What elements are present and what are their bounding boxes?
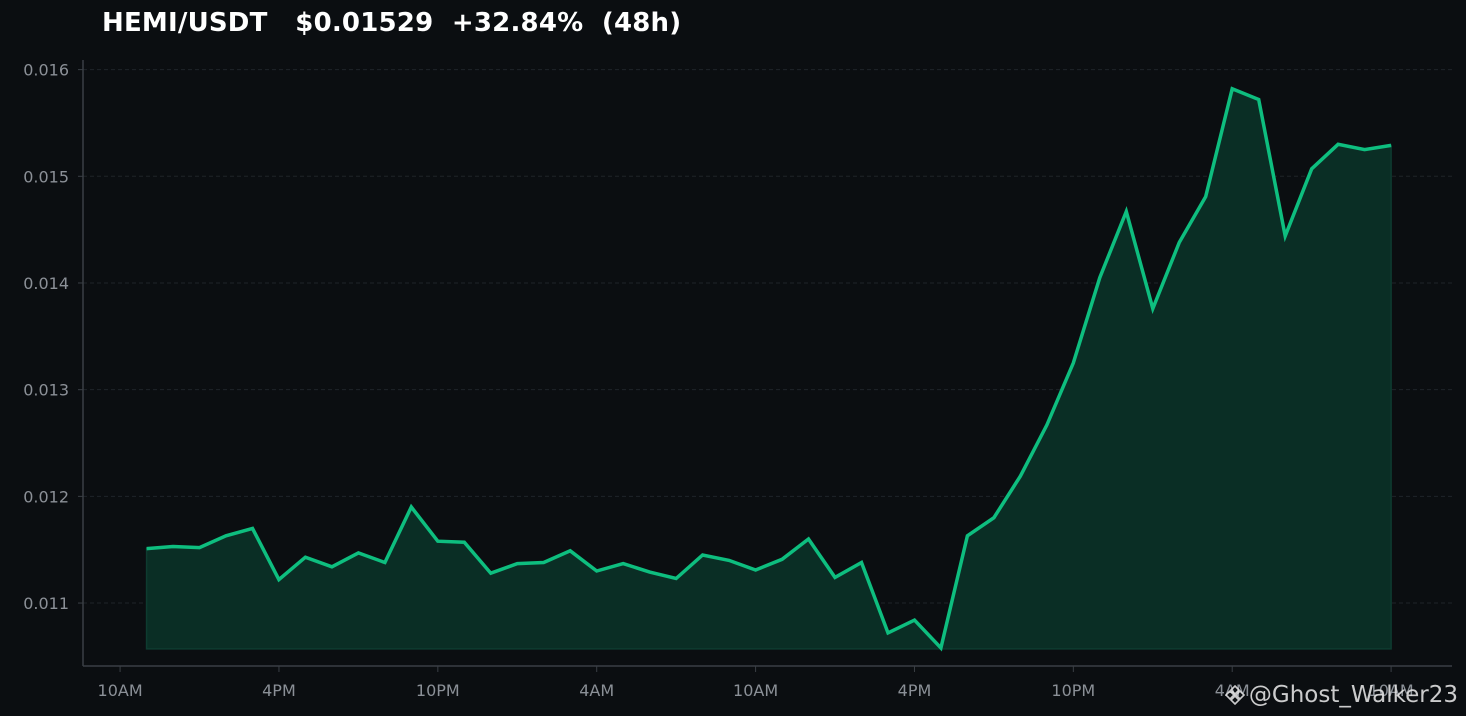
x-tick-label: 10PM	[1051, 681, 1095, 700]
price-area	[145, 86, 1392, 652]
chart-title: HEMI/USDT $0.01529 +32.84% (48h)	[102, 8, 682, 38]
x-tick-label: 10AM	[98, 681, 143, 700]
y-tick-label: 0.015	[23, 167, 69, 186]
y-tick-label: 0.011	[23, 594, 69, 613]
y-tick-label: 0.012	[23, 487, 69, 506]
y-tick-label: 0.016	[23, 61, 69, 80]
binance-logo-icon	[1224, 685, 1245, 705]
chart-canvas: 0.011 0.012 0.013 0.014 0.015 0.016 10AM 4PM 10…	[0, 0, 1466, 716]
watermark: @Ghost_Walker23	[1224, 682, 1458, 708]
price-chart: 0.011 0.012 0.013 0.014 0.015 0.016 10AM 4PM 10…	[23, 60, 1452, 700]
x-tick-label: 4AM	[579, 681, 614, 700]
x-tick-label: 10PM	[416, 681, 460, 700]
watermark-handle: @Ghost_Walker23	[1248, 682, 1458, 708]
y-tick-label: 0.014	[23, 274, 69, 293]
y-tick-label: 0.013	[23, 381, 69, 400]
y-axis-ticks: 0.011 0.012 0.013 0.014 0.015 0.016	[23, 61, 83, 613]
x-tick-label: 10AM	[733, 681, 778, 700]
x-tick-label: 4PM	[898, 681, 932, 700]
x-axis-ticks: 10AM 4PM 10PM 4AM 10AM 4PM 10PM 4AM 10AM	[98, 666, 1414, 700]
x-tick-label: 4PM	[262, 681, 296, 700]
